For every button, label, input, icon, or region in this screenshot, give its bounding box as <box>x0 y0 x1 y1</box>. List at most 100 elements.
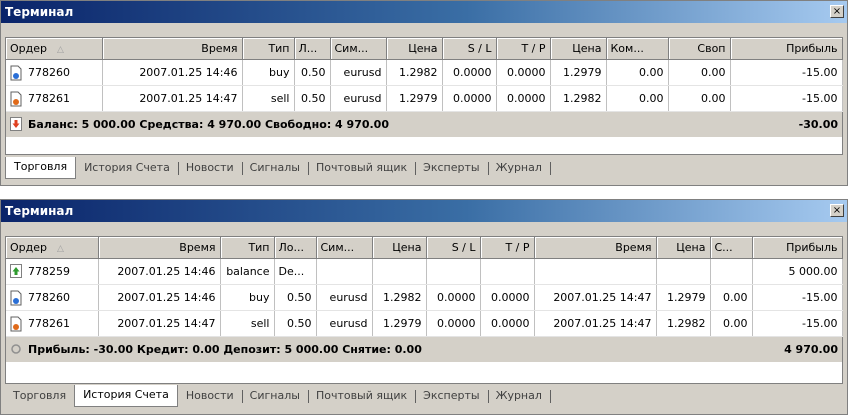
tab-mailbox[interactable]: Почтовый ящик <box>307 386 415 408</box>
tab-experts[interactable]: Эксперты <box>415 158 487 180</box>
order-time: 2007.01.25 14:46 <box>102 59 243 86</box>
column-header-sl[interactable]: S / L <box>426 237 481 259</box>
order-number: 778260 <box>28 290 70 304</box>
terminal-panel-trade: Терминал × Ордер △ Время Тип Л... Сим... … <box>0 0 848 186</box>
order-close-price: 1.2979 <box>656 284 711 311</box>
order-symbol: eurusd <box>316 284 373 311</box>
summary-row: Прибыль: -30.00 Кредит: 0.00 Депозит: 5 … <box>6 336 842 362</box>
order-sl: 0.0000 <box>442 59 497 86</box>
sort-asc-icon: △ <box>57 45 64 55</box>
order-tp <box>480 258 535 285</box>
order-swap: 0.00 <box>668 59 731 86</box>
tab-account-history[interactable]: История Счета <box>76 158 178 180</box>
order-sell-icon <box>10 316 22 332</box>
tab-trade[interactable]: Торговля <box>5 386 74 408</box>
tab-journal[interactable]: Журнал <box>487 158 550 180</box>
sort-asc-icon: △ <box>57 244 64 254</box>
tab-journal[interactable]: Журнал <box>487 386 550 408</box>
order-swap <box>710 258 753 285</box>
order-number: 778259 <box>28 264 70 278</box>
column-header-current-price[interactable]: Цена <box>550 38 607 60</box>
order-price: 1.2982 <box>372 284 427 311</box>
order-close-time: 2007.01.25 14:47 <box>534 284 657 311</box>
account-summary: Баланс: 5 000.00 Средства: 4 970.00 Своб… <box>28 117 389 131</box>
table-header: Ордер △ Время Тип Л... Сим... Цена S / L … <box>6 38 843 60</box>
tab-news[interactable]: Новости <box>177 158 242 180</box>
order-type: sell <box>220 310 275 337</box>
column-header-tp[interactable]: T / P <box>496 38 551 60</box>
terminal-tabs: Торговля История Счета Новости Сигналы П… <box>5 385 566 408</box>
column-header-symbol[interactable]: Сим... <box>330 38 387 60</box>
terminal-panel-history: Терминал × Ордер △ Время Тип Ло... Сим...… <box>0 199 848 415</box>
column-header-tp[interactable]: T / P <box>480 237 535 259</box>
tab-separator-end <box>549 386 566 408</box>
column-header-swap[interactable]: Своп <box>668 38 731 60</box>
history-table: Ордер △ Время Тип Ло... Сим... Цена S / L… <box>5 236 843 384</box>
terminal-tabs: Торговля История Счета Новости Сигналы П… <box>5 157 566 180</box>
order-swap: 0.00 <box>710 284 753 311</box>
order-sl <box>426 258 481 285</box>
close-icon[interactable]: × <box>830 5 844 18</box>
order-symbol: eurusd <box>330 85 387 112</box>
order-close-time <box>534 258 657 285</box>
tab-account-history[interactable]: История Счета <box>74 385 178 407</box>
order-profit: 5 000.00 <box>752 258 843 285</box>
panel-titlebar[interactable]: Терминал × <box>1 1 847 23</box>
column-header-lots[interactable]: Ло... <box>274 237 317 259</box>
order-buy-icon <box>10 65 22 81</box>
panel-titlebar[interactable]: Терминал × <box>1 200 847 222</box>
column-header-symbol[interactable]: Сим... <box>316 237 373 259</box>
order-number: 778261 <box>28 91 70 105</box>
order-price: 1.2979 <box>386 85 443 112</box>
order-type: buy <box>220 284 275 311</box>
column-header-open-price[interactable]: Цена <box>372 237 427 259</box>
tab-signals[interactable]: Сигналы <box>241 158 308 180</box>
order-tp: 0.0000 <box>496 85 551 112</box>
column-header-type[interactable]: Тип <box>220 237 275 259</box>
column-header-type[interactable]: Тип <box>242 38 295 60</box>
table-row[interactable]: 778260 2007.01.25 14:46 buy 0.50 eurusd … <box>6 284 843 311</box>
column-header-order[interactable]: Ордер △ <box>6 237 99 259</box>
tab-signals[interactable]: Сигналы <box>241 386 308 408</box>
order-profit: -15.00 <box>730 85 843 112</box>
table-row[interactable]: 778260 2007.01.25 14:46 buy 0.50 eurusd … <box>6 59 843 86</box>
column-header-commission[interactable]: Ком... <box>606 38 669 60</box>
column-header-time[interactable]: Время <box>102 38 243 60</box>
tab-mailbox[interactable]: Почтовый ящик <box>307 158 415 180</box>
column-header-lots[interactable]: Л... <box>294 38 331 60</box>
column-header-profit[interactable]: Прибыль <box>730 38 843 60</box>
column-header-profit[interactable]: Прибыль <box>752 237 843 259</box>
order-buy-icon <box>10 290 22 306</box>
order-profit: -15.00 <box>752 284 843 311</box>
order-lots: 0.50 <box>294 59 331 86</box>
column-header-close-price[interactable]: Цена <box>656 237 711 259</box>
order-swap: 0.00 <box>668 85 731 112</box>
order-sl: 0.0000 <box>426 284 481 311</box>
history-summary: Прибыль: -30.00 Кредит: 0.00 Депозит: 5 … <box>28 342 422 356</box>
table-row[interactable]: 778259 2007.01.25 14:46 balance De... 5 … <box>6 258 843 285</box>
orders-table: Ордер △ Время Тип Л... Сим... Цена S / L … <box>5 37 843 155</box>
close-icon[interactable]: × <box>830 204 844 217</box>
balance-up-icon <box>10 263 22 280</box>
table-row[interactable]: 778261 2007.01.25 14:47 sell 0.50 eurusd… <box>6 85 843 112</box>
column-header-price[interactable]: Цена <box>386 38 443 60</box>
order-commission: 0.00 <box>606 59 669 86</box>
order-price: 1.2979 <box>372 310 427 337</box>
panel-title: Терминал <box>5 5 74 19</box>
total-profit: -30.00 <box>730 111 842 137</box>
order-sl: 0.0000 <box>442 85 497 112</box>
order-time: 2007.01.25 14:47 <box>98 310 221 337</box>
order-close-price: 1.2982 <box>656 310 711 337</box>
tab-trade[interactable]: Торговля <box>5 157 77 179</box>
column-header-order[interactable]: Ордер △ <box>6 38 103 60</box>
tab-experts[interactable]: Эксперты <box>415 386 487 408</box>
order-symbol: eurusd <box>330 59 387 86</box>
column-header-close-time[interactable]: Время <box>534 237 657 259</box>
column-header-swap[interactable]: С... <box>710 237 753 259</box>
table-row[interactable]: 778261 2007.01.25 14:47 sell 0.50 eurusd… <box>6 310 843 337</box>
tab-news[interactable]: Новости <box>178 386 242 408</box>
order-sl: 0.0000 <box>426 310 481 337</box>
order-current-price: 1.2982 <box>550 85 607 112</box>
column-header-sl[interactable]: S / L <box>442 38 497 60</box>
column-header-open-time[interactable]: Время <box>98 237 221 259</box>
